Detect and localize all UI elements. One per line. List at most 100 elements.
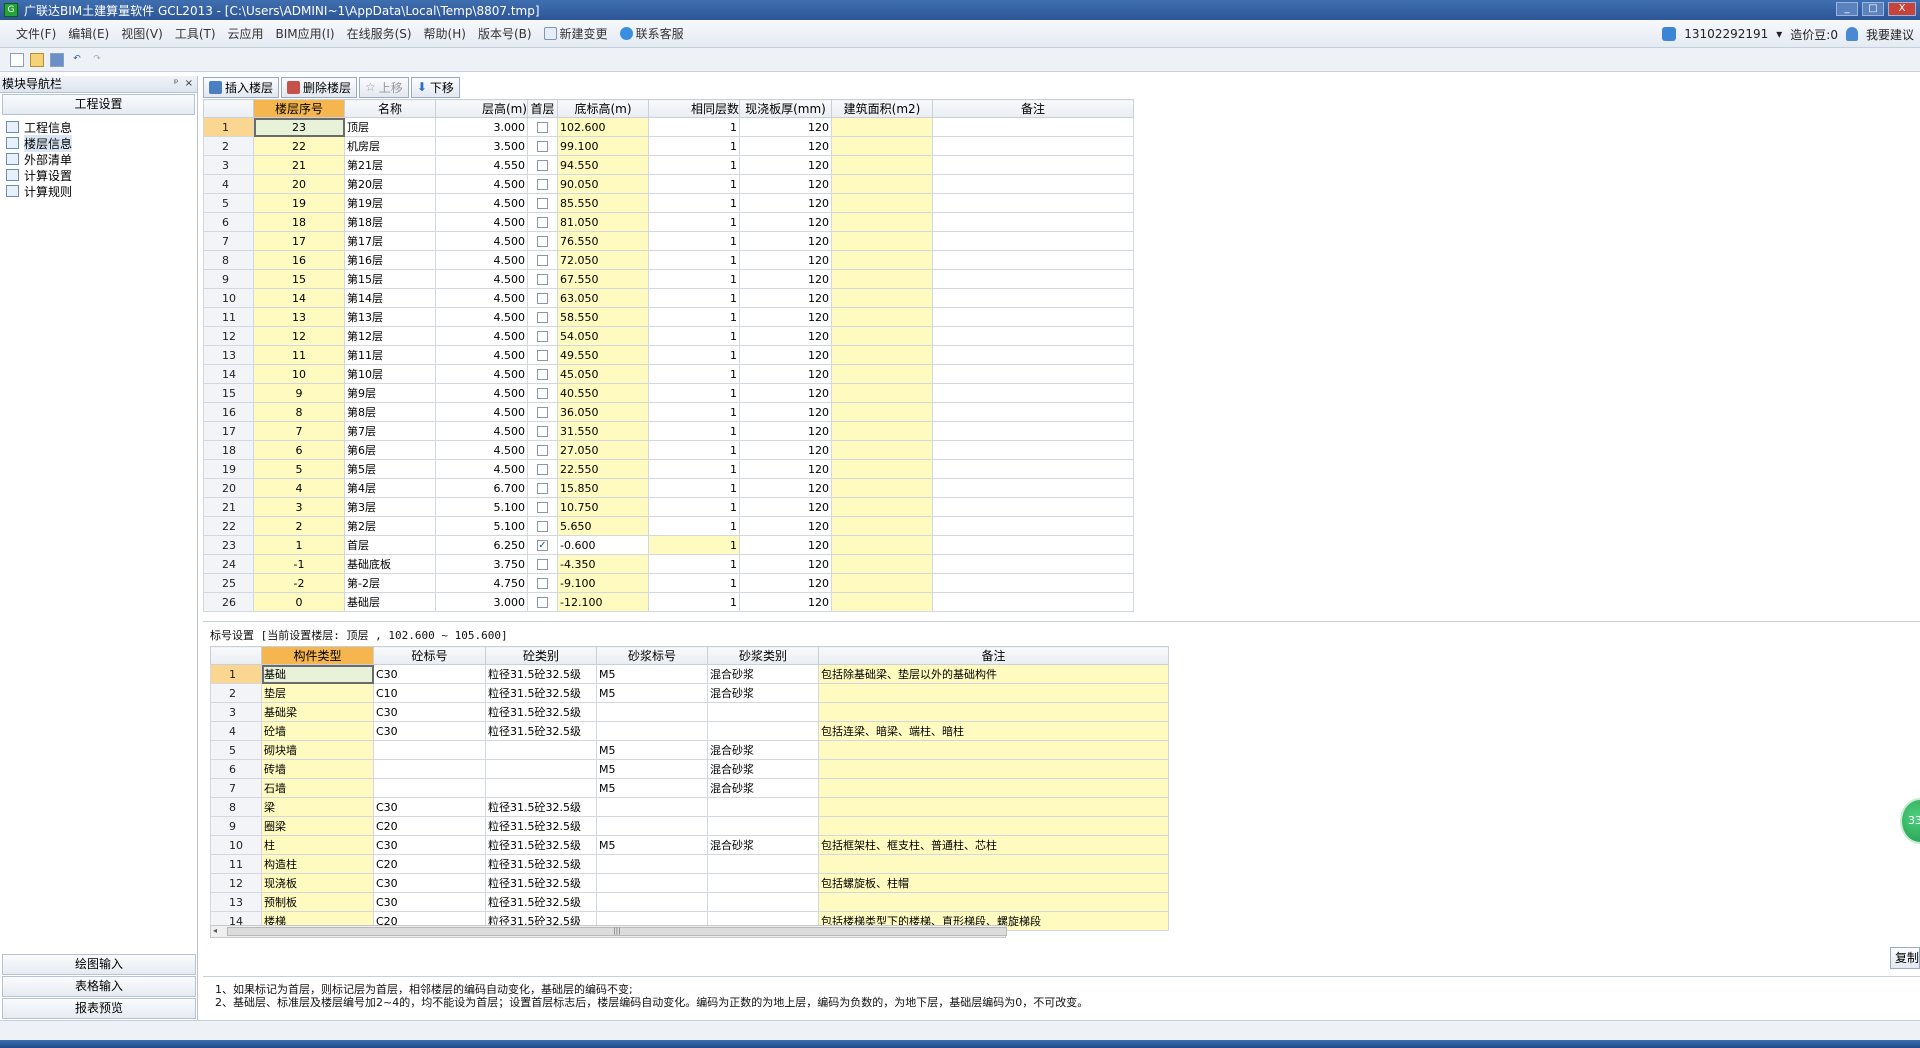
cell-mortar-category[interactable]: [707, 873, 819, 893]
cell-mortar-grade[interactable]: M5: [596, 740, 708, 760]
first-floor-checkbox[interactable]: [537, 559, 548, 570]
cell-first-floor[interactable]: [527, 212, 558, 232]
cell-remark[interactable]: [932, 193, 1134, 213]
cell-same-count[interactable]: 1: [648, 364, 740, 384]
cell-mortar-grade[interactable]: [596, 816, 708, 836]
cell-concrete-category[interactable]: 粒径31.5砼32.5级: [485, 835, 597, 855]
cell-grade-remark[interactable]: [818, 683, 1169, 703]
cell-same-count[interactable]: 1: [648, 174, 740, 194]
cell-mortar-grade[interactable]: [596, 873, 708, 893]
cell-mortar-grade[interactable]: [596, 854, 708, 874]
cell-base-elevation[interactable]: 36.050: [557, 402, 649, 422]
cell-same-count[interactable]: 1: [648, 497, 740, 517]
cell-slab-thickness[interactable]: 120: [739, 478, 832, 498]
cell-remark[interactable]: [932, 573, 1134, 593]
cell-component-type[interactable]: 砌块墙: [261, 740, 374, 760]
cell-remark[interactable]: [932, 250, 1134, 270]
cell-concrete-grade[interactable]: C30: [373, 702, 486, 722]
cell-same-count[interactable]: 1: [648, 592, 740, 612]
cell-floor-seq[interactable]: 21: [253, 155, 345, 175]
col-floor-area[interactable]: 建筑面积(m2): [831, 99, 933, 118]
cell-floor-area[interactable]: [831, 117, 933, 137]
cell-floor-seq[interactable]: 10: [253, 364, 345, 384]
cell-floor-area[interactable]: [831, 364, 933, 384]
cell-same-count[interactable]: 1: [648, 478, 740, 498]
first-floor-checkbox[interactable]: [537, 255, 548, 266]
cell-slab-thickness[interactable]: 120: [739, 421, 832, 441]
cell-slab-thickness[interactable]: 120: [739, 345, 832, 365]
first-floor-checkbox[interactable]: [537, 122, 548, 133]
cell-concrete-category[interactable]: 粒径31.5砼32.5级: [485, 873, 597, 893]
cell-remark[interactable]: [932, 326, 1134, 346]
cell-name[interactable]: 第4层: [344, 478, 436, 498]
cell-grade-remark[interactable]: [818, 740, 1169, 760]
cell-grade-remark[interactable]: [818, 702, 1169, 722]
cell-remark[interactable]: [932, 440, 1134, 460]
col-concrete-grade[interactable]: 砼标号: [373, 646, 486, 665]
cell-height[interactable]: 4.500: [435, 307, 528, 327]
cell-floor-area[interactable]: [831, 326, 933, 346]
cell-name[interactable]: 第18层: [344, 212, 436, 232]
cell-base-elevation[interactable]: 58.550: [557, 307, 649, 327]
cell-floor-area[interactable]: [831, 155, 933, 175]
cell-mortar-category[interactable]: [707, 702, 819, 722]
cell-mortar-grade[interactable]: M5: [596, 759, 708, 779]
cell-first-floor[interactable]: [527, 136, 558, 156]
cell-name[interactable]: 第15层: [344, 269, 436, 289]
cell-floor-seq[interactable]: -1: [253, 554, 345, 574]
cell-mortar-grade[interactable]: [596, 702, 708, 722]
cell-base-elevation[interactable]: 5.650: [557, 516, 649, 536]
cell-component-type[interactable]: 砼墙: [261, 721, 374, 741]
col-first-floor[interactable]: 首层: [527, 99, 558, 118]
cell-floor-seq[interactable]: 4: [253, 478, 345, 498]
cell-floor-seq[interactable]: 6: [253, 440, 345, 460]
cell-same-count[interactable]: 1: [648, 307, 740, 327]
cell-same-count[interactable]: 1: [648, 421, 740, 441]
menu-tools[interactable]: 工具(T): [169, 25, 222, 42]
cell-same-count[interactable]: 1: [648, 440, 740, 460]
cell-base-elevation[interactable]: 72.050: [557, 250, 649, 270]
cell-base-elevation[interactable]: 99.100: [557, 136, 649, 156]
pin-icon[interactable]: ᵖ: [174, 78, 178, 89]
cell-base-elevation[interactable]: 31.550: [557, 421, 649, 441]
tree-item-calc-settings[interactable]: 计算设置: [6, 167, 191, 183]
cell-concrete-grade[interactable]: C30: [373, 835, 486, 855]
cell-floor-seq[interactable]: 2: [253, 516, 345, 536]
first-floor-checkbox[interactable]: [537, 597, 548, 608]
cell-height[interactable]: 4.500: [435, 421, 528, 441]
cell-remark[interactable]: [932, 383, 1134, 403]
section-table-input[interactable]: 表格输入: [2, 976, 196, 997]
cell-height[interactable]: 3.000: [435, 117, 528, 137]
cell-remark[interactable]: [932, 269, 1134, 289]
first-floor-checkbox[interactable]: [537, 198, 548, 209]
cell-remark[interactable]: [932, 592, 1134, 612]
cell-mortar-category[interactable]: 混合砂浆: [707, 778, 819, 798]
cell-name[interactable]: 机房层: [344, 136, 436, 156]
cell-concrete-grade[interactable]: [373, 740, 486, 760]
col-floor-seq[interactable]: 楼层序号: [253, 99, 345, 118]
cell-height[interactable]: 4.500: [435, 212, 528, 232]
section-project-settings[interactable]: 工程设置: [2, 94, 195, 115]
cell-remark[interactable]: [932, 497, 1134, 517]
cell-remark[interactable]: [932, 364, 1134, 384]
cell-name[interactable]: 第13层: [344, 307, 436, 327]
cell-mortar-grade[interactable]: M5: [596, 664, 708, 684]
cell-mortar-category[interactable]: [707, 797, 819, 817]
cell-same-count[interactable]: 1: [648, 459, 740, 479]
cell-slab-thickness[interactable]: 120: [739, 117, 832, 137]
cell-slab-thickness[interactable]: 120: [739, 497, 832, 517]
cell-height[interactable]: 4.500: [435, 402, 528, 422]
cell-same-count[interactable]: 1: [648, 402, 740, 422]
menu-online[interactable]: 在线服务(S): [341, 25, 418, 42]
cell-floor-seq[interactable]: 19: [253, 193, 345, 213]
section-drawing-input[interactable]: 绘图输入: [2, 954, 196, 975]
cell-floor-seq[interactable]: 18: [253, 212, 345, 232]
cell-height[interactable]: 4.500: [435, 345, 528, 365]
first-floor-checkbox[interactable]: [537, 388, 548, 399]
bell-icon[interactable]: [1845, 27, 1858, 41]
cell-base-elevation[interactable]: 15.850: [557, 478, 649, 498]
cell-floor-area[interactable]: [831, 478, 933, 498]
cell-component-type[interactable]: 圈梁: [261, 816, 374, 836]
cell-base-elevation[interactable]: 67.550: [557, 269, 649, 289]
cell-floor-seq[interactable]: 14: [253, 288, 345, 308]
